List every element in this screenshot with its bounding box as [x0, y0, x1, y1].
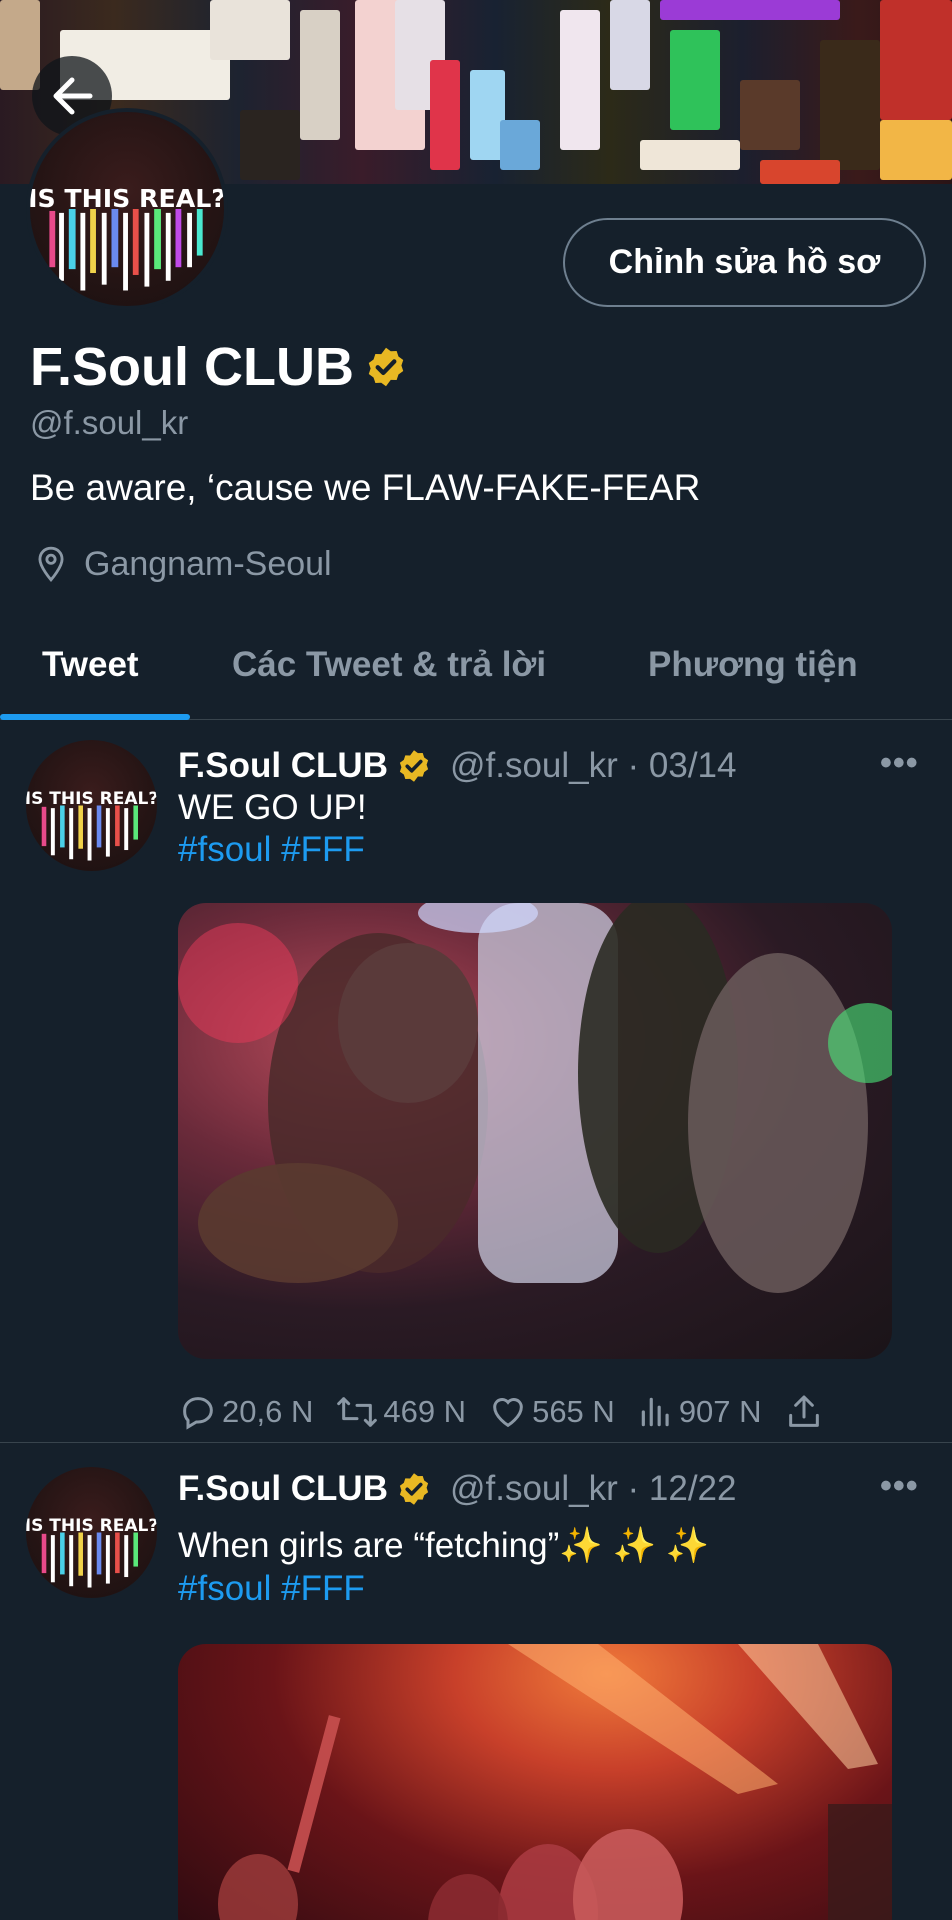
sparkles-emoji: ✨ ✨ ✨ — [559, 1526, 710, 1565]
media-image — [218, 1644, 892, 1920]
avatar-image: IS THIS REAL? — [30, 184, 224, 291]
profile-name-text: F.Soul CLUB — [30, 337, 354, 397]
like-count: 565 N — [532, 1394, 615, 1429]
profile-avatar[interactable]: IS THIS REAL? — [26, 108, 228, 310]
tweet-meta: @f.soul_kr · 03/14 — [449, 746, 737, 785]
retweet-button[interactable]: 469 N — [335, 1392, 466, 1432]
avatar-image: IS THIS REAL? — [26, 1516, 157, 1588]
profile-tabs: Tweet Các Tweet & trả lời Phương tiện — [0, 610, 952, 720]
views-count: 907 N — [678, 1394, 762, 1429]
heart-icon — [493, 1398, 523, 1428]
tab-tweets[interactable]: Tweet — [42, 610, 139, 719]
location-text: Gangnam-Seoul — [84, 544, 332, 583]
tab-tweets-and-replies[interactable]: Các Tweet & trả lời — [232, 610, 546, 719]
avatar-image: IS THIS REAL? — [26, 789, 157, 861]
views-chart-icon — [641, 1397, 669, 1427]
tweet-author-name[interactable]: F.Soul CLUB — [178, 746, 388, 786]
verified-badge-icon — [399, 1473, 429, 1505]
views-button[interactable]: 907 N — [637, 1392, 762, 1432]
edit-profile-button[interactable]: Chỉnh sửa hồ sơ — [563, 218, 926, 307]
reply-count: 20,6 N — [222, 1394, 314, 1429]
share-button[interactable] — [784, 1392, 824, 1432]
tweet[interactable]: IS THIS REAL? F.Soul CLUB @f.soul_kr · 1… — [0, 1443, 952, 1920]
tweet-hashtags[interactable]: #fsoul #FFF — [178, 830, 365, 870]
profile-handle: @f.soul_kr — [30, 404, 189, 441]
tweet-author-name[interactable]: F.Soul CLUB — [178, 1469, 388, 1509]
verified-badge-icon — [399, 750, 429, 782]
more-options-icon[interactable]: ••• — [880, 1467, 919, 1506]
tweet-avatar[interactable]: IS THIS REAL? — [26, 740, 157, 871]
tweet-text: When girls are “fetching”✨ ✨ ✨ — [178, 1525, 709, 1566]
profile-name: F.Soul CLUB — [30, 336, 408, 398]
tweet-avatar[interactable]: IS THIS REAL? — [26, 1467, 157, 1598]
share-icon — [788, 1395, 819, 1427]
tweet-actions: 20,6 N 469 N 565 N 907 N — [178, 1392, 846, 1432]
tweet-text: WE GO UP! — [178, 788, 367, 827]
tweet-header: F.Soul CLUB @f.soul_kr · 03/14 — [178, 746, 736, 786]
reply-icon — [183, 1397, 213, 1430]
media-image — [178, 903, 892, 1293]
reply-button[interactable]: 20,6 N — [178, 1392, 313, 1432]
retweet-icon — [337, 1397, 378, 1427]
retweet-count: 469 N — [383, 1394, 467, 1429]
avatar-text: IS THIS REAL? — [30, 184, 224, 213]
more-options-icon[interactable]: ••• — [880, 744, 919, 783]
profile-bio: Be aware, ‘cause we FLAW-FAKE-FEAR — [30, 467, 701, 508]
tab-media[interactable]: Phương tiện — [648, 610, 858, 719]
verified-badge-icon — [368, 347, 404, 387]
profile-location: Gangnam-Seoul — [32, 544, 332, 584]
tweet-media[interactable] — [178, 903, 892, 1359]
tweet-text-body: When girls are “fetching” — [178, 1526, 560, 1565]
tweet-hashtags[interactable]: #fsoul #FFF — [178, 1569, 365, 1609]
tweet-media[interactable] — [178, 1644, 892, 1920]
tweet-meta: @f.soul_kr · 12/22 — [449, 1469, 737, 1508]
tweet[interactable]: IS THIS REAL? F.Soul CLUB @f.soul_kr · 0… — [0, 720, 952, 1442]
arrow-left-icon — [53, 77, 93, 115]
tweet-header: F.Soul CLUB @f.soul_kr · 12/22 — [178, 1469, 736, 1509]
like-button[interactable]: 565 N — [488, 1392, 615, 1432]
location-pin-icon — [38, 546, 64, 582]
